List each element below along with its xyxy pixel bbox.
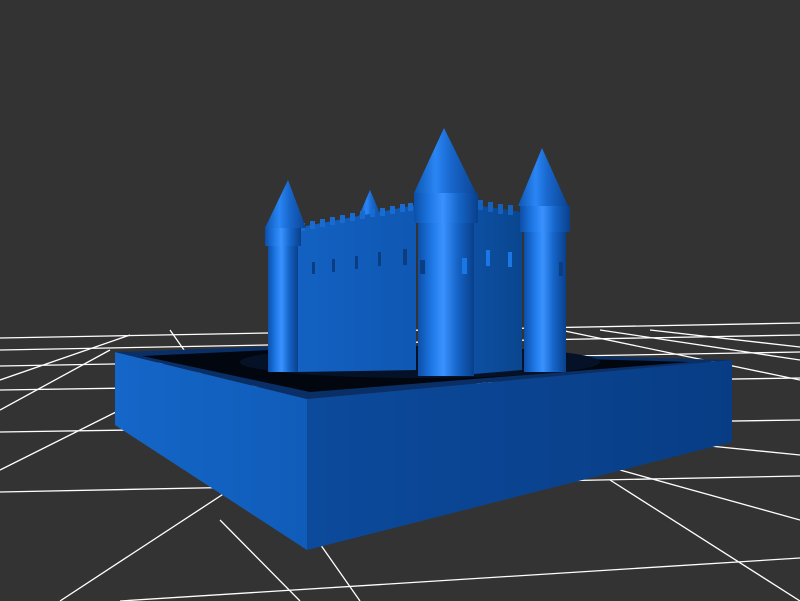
front-tower-body xyxy=(418,222,474,376)
front-tower-band xyxy=(414,193,478,223)
left-tower-band xyxy=(265,228,301,246)
3d-viewport[interactable] xyxy=(0,0,800,601)
left-curtain-wall xyxy=(296,205,416,372)
right-tower-window xyxy=(559,262,563,276)
right-tower-body xyxy=(524,230,566,372)
right-curtain-wall xyxy=(474,205,522,374)
right-tower-band xyxy=(520,206,570,232)
front-tower-window-left xyxy=(420,260,425,274)
left-tower-body xyxy=(268,244,298,372)
front-tower-window-right xyxy=(462,258,467,274)
